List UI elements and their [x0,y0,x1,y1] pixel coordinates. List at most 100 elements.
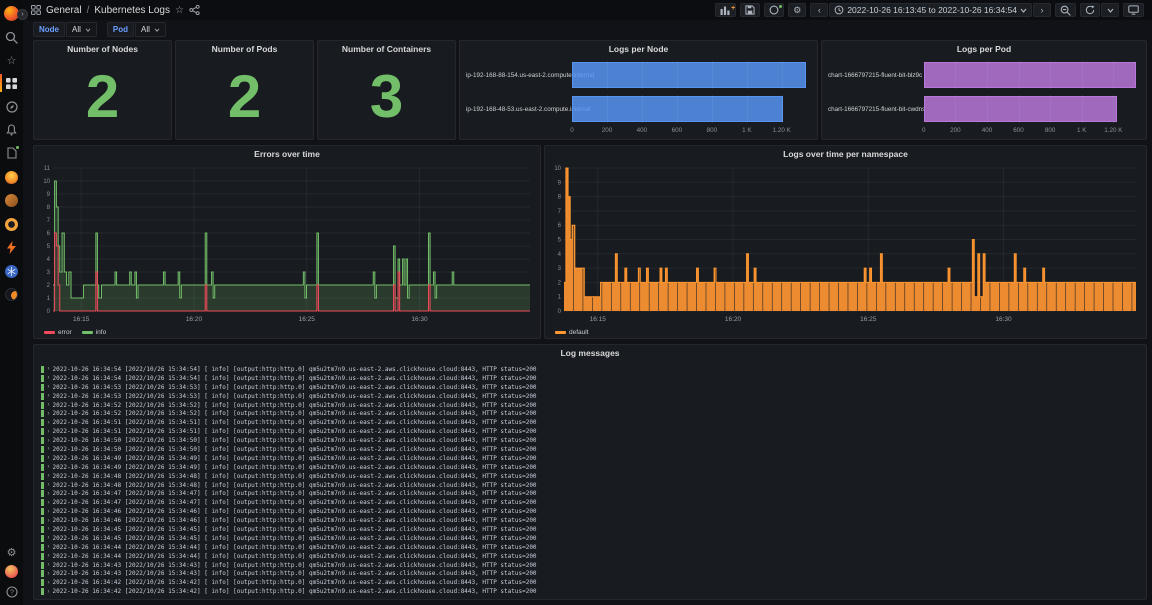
log-row[interactable]: › 2022-10-26 16:34:53 [2022/10/26 15:34:5… [41,392,1139,401]
panel-title[interactable]: Errors over time [34,146,540,162]
log-row[interactable]: › 2022-10-26 16:34:44 [2022/10/26 15:34:4… [41,552,1139,561]
log-expand-caret-icon[interactable]: › [48,384,50,390]
log-row[interactable]: › 2022-10-26 16:34:42 [2022/10/26 15:34:4… [41,587,1139,596]
panel-title[interactable]: Logs over time per namespace [545,146,1146,162]
app-plugin-icon-5[interactable] [0,262,23,280]
log-expand-caret-icon[interactable]: › [48,455,50,461]
bar[interactable] [923,96,1118,122]
time-range-forward-button[interactable]: › [1033,3,1051,17]
log-expand-caret-icon[interactable]: › [48,518,50,524]
log-row[interactable]: › 2022-10-26 16:34:49 [2022/10/26 15:34:4… [41,454,1139,463]
log-row[interactable]: › 2022-10-26 16:34:54 [2022/10/26 15:34:5… [41,374,1139,383]
favorite-star-icon[interactable]: ☆ [175,5,184,16]
log-row[interactable]: › 2022-10-26 16:34:43 [2022/10/26 15:34:4… [41,561,1139,570]
log-expand-caret-icon[interactable]: › [48,571,50,577]
log-expand-caret-icon[interactable]: › [48,375,50,381]
log-expand-caret-icon[interactable]: › [48,429,50,435]
log-level-indicator [41,445,44,453]
user-avatar[interactable] [0,562,23,580]
log-row[interactable]: › 2022-10-26 16:34:50 [2022/10/26 15:34:5… [41,436,1139,445]
clock-icon [834,5,844,15]
kiosk-mode-button[interactable] [1123,3,1144,17]
save-dashboard-button[interactable] [740,3,761,17]
log-expand-caret-icon[interactable]: › [48,446,50,452]
alerting-bell-icon[interactable] [0,121,23,139]
dashboards-icon[interactable] [0,74,23,92]
log-expand-caret-icon[interactable]: › [48,402,50,408]
time-range-picker-button[interactable]: 2022-10-26 16:13:45 to 2022-10-26 16:34:… [829,3,1032,17]
variable-node-value-dropdown[interactable]: All [66,22,97,37]
panel-title[interactable]: Logs per Node [460,41,817,57]
log-expand-caret-icon[interactable]: › [48,420,50,426]
settings-gear-icon[interactable]: ⚙ [0,543,23,561]
log-row[interactable]: › 2022-10-26 16:34:50 [2022/10/26 15:34:5… [41,445,1139,454]
log-row[interactable]: › 2022-10-26 16:34:51 [2022/10/26 15:34:5… [41,418,1139,427]
log-expand-caret-icon[interactable]: › [48,589,50,595]
log-row[interactable]: › 2022-10-26 16:34:44 [2022/10/26 15:34:4… [41,543,1139,552]
dashboard-insights-button[interactable] [764,3,785,17]
log-row[interactable]: › 2022-10-26 16:34:46 [2022/10/26 15:34:4… [41,507,1139,516]
share-icon[interactable] [189,5,200,15]
log-expand-caret-icon[interactable]: › [48,366,50,372]
breadcrumb-section[interactable]: General [46,5,82,16]
log-row[interactable]: › 2022-10-26 16:34:47 [2022/10/26 15:34:4… [41,498,1139,507]
starred-icon[interactable]: ☆ [0,51,23,69]
log-row[interactable]: › 2022-10-26 16:34:52 [2022/10/26 15:34:5… [41,409,1139,418]
app-plugin-icon-6[interactable] [0,285,23,303]
log-row[interactable]: › 2022-10-26 16:34:45 [2022/10/26 15:34:4… [41,525,1139,534]
log-row[interactable]: › 2022-10-26 16:34:45 [2022/10/26 15:34:4… [41,534,1139,543]
log-expand-caret-icon[interactable]: › [48,438,50,444]
log-level-indicator [41,508,44,516]
log-row[interactable]: › 2022-10-26 16:34:42 [2022/10/26 15:34:4… [41,578,1139,587]
log-expand-caret-icon[interactable]: › [48,580,50,586]
app-plugin-icon-3[interactable] [0,215,23,233]
add-panel-button[interactable]: + [715,3,737,17]
docs-page-icon[interactable] [0,144,23,162]
panel-title[interactable]: Logs per Pod [822,41,1146,57]
log-expand-caret-icon[interactable]: › [48,500,50,506]
time-range-back-button[interactable]: ‹ [810,3,829,17]
log-row[interactable]: › 2022-10-26 16:34:43 [2022/10/26 15:34:4… [41,569,1139,578]
refresh-button[interactable] [1080,3,1100,17]
help-icon[interactable]: ? [0,583,23,601]
legend-item-default[interactable]: default [555,329,589,336]
log-row[interactable]: › 2022-10-26 16:34:47 [2022/10/26 15:34:4… [41,489,1139,498]
explore-compass-icon[interactable] [0,98,23,116]
refresh-interval-button[interactable] [1101,3,1119,17]
legend-item-error[interactable]: error [44,329,72,336]
legend-item-info[interactable]: info [81,329,106,336]
log-expand-caret-icon[interactable]: › [48,393,50,399]
log-row[interactable]: › 2022-10-26 16:34:54 [2022/10/26 15:34:5… [41,365,1139,374]
app-plugin-icon-2[interactable] [0,191,23,209]
log-expand-caret-icon[interactable]: › [48,411,50,417]
log-row[interactable]: › 2022-10-26 16:34:52 [2022/10/26 15:34:5… [41,401,1139,410]
dashboard-settings-button[interactable]: ⚙ [788,3,807,17]
zoom-out-time-button[interactable] [1055,3,1076,17]
log-row[interactable]: › 2022-10-26 16:34:49 [2022/10/26 15:34:4… [41,463,1139,472]
log-expand-caret-icon[interactable]: › [48,509,50,515]
log-expand-caret-icon[interactable]: › [48,491,50,497]
variable-pod-value-dropdown[interactable]: All [135,22,166,37]
log-expand-caret-icon[interactable]: › [48,562,50,568]
panel-title[interactable]: Log messages [34,345,1146,361]
log-text: 2022-10-26 16:34:47 [2022/10/26 15:34:47… [52,499,537,507]
log-expand-caret-icon[interactable]: › [48,473,50,479]
sidebar-expand-button[interactable]: › [17,9,28,20]
log-level-indicator [41,410,44,418]
log-expand-caret-icon[interactable]: › [48,544,50,550]
app-plugin-icon-1[interactable] [0,168,23,186]
log-expand-caret-icon[interactable]: › [48,553,50,559]
log-expand-caret-icon[interactable]: › [48,535,50,541]
app-plugin-icon-4[interactable] [0,238,23,256]
log-row[interactable]: › 2022-10-26 16:34:51 [2022/10/26 15:34:5… [41,427,1139,436]
log-expand-caret-icon[interactable]: › [48,526,50,532]
log-row[interactable]: › 2022-10-26 16:34:48 [2022/10/26 15:34:4… [41,481,1139,490]
svg-text:11: 11 [44,166,51,172]
panel-logs-per-node: Logs per Node ip-192-168-88-154.us-east-… [459,40,818,140]
search-icon[interactable] [0,28,23,46]
log-row[interactable]: › 2022-10-26 16:34:53 [2022/10/26 15:34:5… [41,383,1139,392]
log-row[interactable]: › 2022-10-26 16:34:46 [2022/10/26 15:34:4… [41,516,1139,525]
log-expand-caret-icon[interactable]: › [48,464,50,470]
log-row[interactable]: › 2022-10-26 16:34:48 [2022/10/26 15:34:4… [41,472,1139,481]
log-expand-caret-icon[interactable]: › [48,482,50,488]
